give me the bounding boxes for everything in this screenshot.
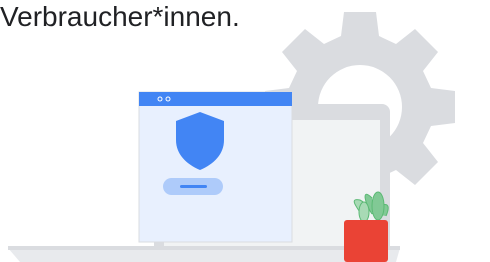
browser-window-icon (138, 91, 293, 243)
page: Verbraucher*innen. (0, 0, 490, 262)
button-icon (163, 178, 223, 195)
security-illustration (8, 12, 455, 262)
